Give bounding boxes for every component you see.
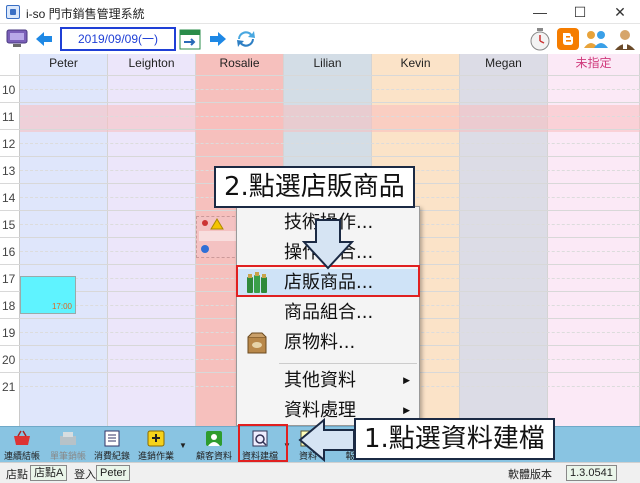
staff-name: Leighton — [128, 56, 175, 70]
half-hour-line — [20, 115, 640, 117]
menu-item-label: 其他資料 — [284, 370, 356, 391]
calendar-today-icon[interactable] — [178, 27, 202, 51]
login-value: Peter — [96, 465, 131, 481]
hour-label: 17 — [2, 272, 16, 286]
hour-label: 10 — [2, 83, 16, 97]
menu-item-label: 商品組合... — [284, 302, 374, 323]
hour-line — [0, 102, 640, 103]
checkout-button[interactable]: 連續結帳 — [0, 429, 44, 461]
half-hour-line — [20, 88, 640, 90]
menu-separator — [279, 363, 417, 364]
monitor-icon[interactable] — [6, 29, 28, 49]
hour-label: 15 — [2, 218, 16, 232]
highlight-box — [238, 424, 288, 462]
inventory-label: 進銷作業 — [137, 451, 174, 461]
staff-name: Megan — [485, 56, 522, 70]
appointment-block[interactable] — [196, 216, 240, 258]
app-icon — [6, 5, 20, 19]
hour-line — [0, 129, 640, 130]
window-title: i-so 門市銷售管理系統 — [26, 7, 145, 21]
basket-icon — [14, 430, 30, 445]
register-icon — [60, 432, 76, 445]
status-bar: 店點 店點A 登入 Peter 軟體版本 1.3.0541 — [0, 462, 640, 483]
title-bar: i-so 門市銷售管理系統 — ☐ ✕ — [0, 0, 640, 24]
staff-name: Rosalie — [219, 56, 260, 70]
bag-icon — [247, 332, 267, 354]
store-label: 店點 — [6, 469, 28, 481]
customer-data-label: 顧客資料 — [195, 451, 232, 461]
timer-icon[interactable] — [528, 26, 552, 52]
stock-icon — [147, 430, 165, 447]
record-icon — [104, 430, 120, 447]
half-hour-line — [20, 142, 640, 144]
staff-name: 未指定 — [575, 56, 612, 70]
checkout-label: 連續結帳 — [3, 451, 40, 461]
menu-item-other-data[interactable]: 其他資料 ▶ — [238, 367, 418, 395]
purchase-history-button[interactable]: 消費紀錄 — [90, 429, 134, 461]
minimize-button[interactable]: — — [520, 0, 560, 24]
step2-callout: 2.點選店販商品 — [214, 166, 415, 208]
appointment-time: 17:00 — [51, 302, 72, 311]
purchase-history-label: 消費紀錄 — [93, 451, 130, 461]
version-value: 1.3.0541 — [566, 465, 617, 481]
hour-label: 13 — [2, 164, 16, 178]
customer-data-button[interactable]: 顧客資料 — [192, 429, 236, 461]
hour-label: 18 — [2, 299, 16, 313]
staff-name: Kevin — [400, 56, 431, 70]
maximize-button[interactable]: ☐ — [560, 0, 600, 24]
single-checkout-button[interactable]: 單筆銷帳 — [46, 429, 90, 461]
hour-line — [0, 156, 640, 157]
appointment-block[interactable]: 17:00 — [20, 276, 76, 314]
hour-label: 12 — [2, 137, 16, 151]
staff-name: Peter — [49, 56, 78, 70]
inventory-button[interactable]: 進銷作業 — [134, 429, 178, 461]
store-value: 店點A — [30, 465, 68, 481]
single-checkout-label: 單筆銷帳 — [49, 451, 86, 461]
menu-item-label: 原物料... — [284, 332, 356, 353]
date-selector[interactable]: 2019/09/09(一) — [60, 27, 176, 51]
menu-item-raw-materials[interactable]: 原物料... — [238, 329, 418, 357]
arrow-right-icon[interactable] — [208, 30, 228, 48]
hour-label: 21 — [2, 380, 16, 394]
appointment-icons — [199, 218, 237, 253]
hour-label: 16 — [2, 245, 16, 259]
hour-label: 20 — [2, 353, 16, 367]
dropdown-arrow-icon[interactable]: ▼ — [179, 441, 187, 450]
blogger-icon[interactable] — [556, 26, 580, 52]
arrow-left-icon[interactable] — [34, 30, 54, 48]
arrow-left-icon — [298, 418, 355, 462]
current-hour-highlight — [20, 105, 640, 132]
submenu-arrow-icon: ▶ — [403, 376, 410, 386]
step1-callout: 1.點選資料建檔 — [354, 418, 555, 460]
hour-label: 11 — [2, 110, 15, 124]
hour-label: 19 — [2, 326, 16, 340]
refresh-icon[interactable] — [234, 27, 258, 51]
hour-label: 14 — [2, 191, 16, 205]
menu-item-product-combo[interactable]: 商品組合... — [238, 299, 418, 327]
users-icon[interactable] — [582, 26, 610, 52]
close-button[interactable]: ✕ — [600, 0, 640, 24]
login-label: 登入 — [74, 469, 96, 481]
version-label: 軟體版本 — [508, 469, 552, 481]
customer-icon — [206, 431, 222, 446]
staff-name: Lilian — [313, 56, 342, 70]
arrow-down-icon — [302, 219, 354, 270]
top-toolbar: 2019/09/09(一) — [0, 24, 640, 54]
hour-line — [0, 75, 640, 76]
user-profile-icon[interactable] — [612, 26, 638, 52]
